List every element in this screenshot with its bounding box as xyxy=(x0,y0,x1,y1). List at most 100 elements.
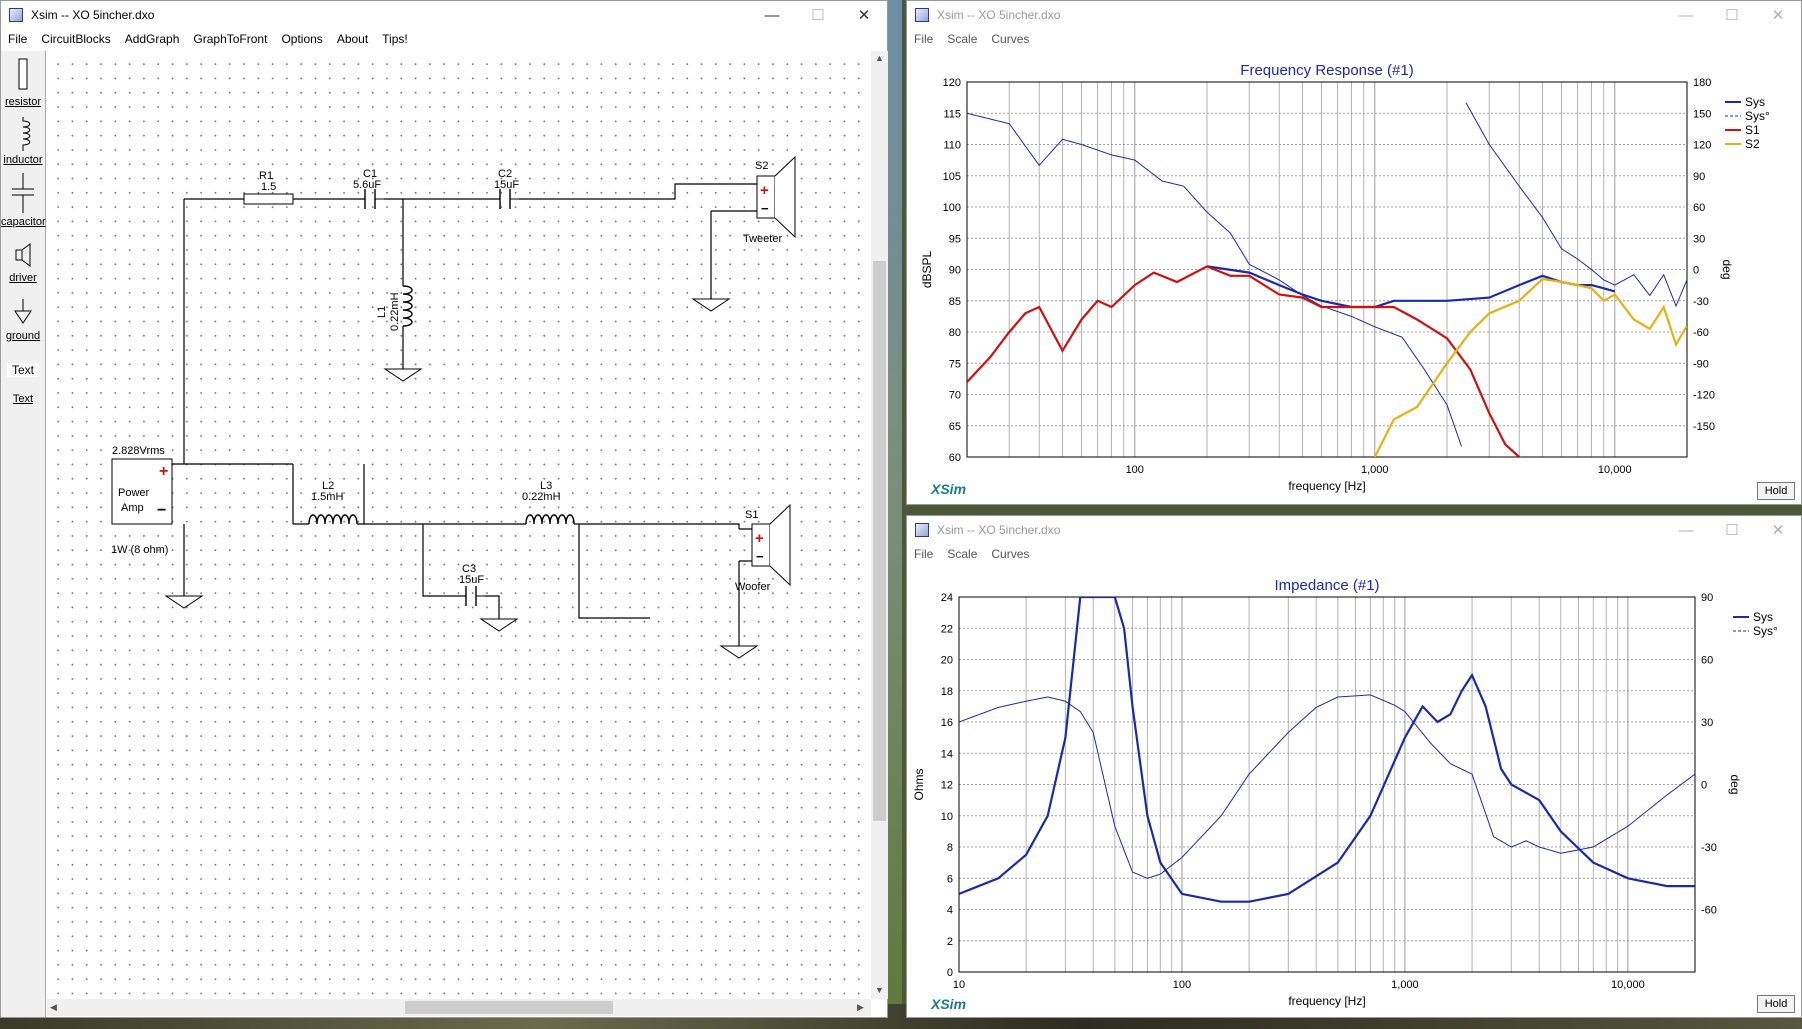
y2-tick-label: 90 xyxy=(1701,592,1713,604)
palette-driver[interactable]: driver xyxy=(1,241,45,284)
palette-inductor[interactable]: inductor xyxy=(1,117,45,166)
scroll-right-arrow[interactable]: ▶ xyxy=(857,1002,864,1013)
hold-button[interactable]: Hold xyxy=(1757,995,1795,1013)
palette-text[interactable]: Text xyxy=(1,363,45,377)
wire-woofer-terms[interactable] xyxy=(739,528,752,562)
c3-capacitor[interactable] xyxy=(465,586,477,606)
c2-capacitor[interactable] xyxy=(499,189,511,209)
palette-capacitor[interactable]: capacitor xyxy=(1,173,46,228)
wire-tweeter-gnd[interactable] xyxy=(710,210,757,299)
menu-file[interactable]: File xyxy=(907,547,940,561)
l2-value: 1.5mH xyxy=(311,491,343,503)
menu-scale[interactable]: Scale xyxy=(940,32,984,46)
menu-scale[interactable]: Scale xyxy=(940,547,984,561)
y2-tick-label: 150 xyxy=(1693,108,1711,120)
menu-addgraph[interactable]: AddGraph xyxy=(118,32,187,46)
menu-file[interactable]: File xyxy=(907,32,940,46)
y-tick-label: 20 xyxy=(941,655,953,667)
component-palette: resistor inductor capacitor driver groun… xyxy=(1,51,46,1017)
x-tick-label: 10,000 xyxy=(1611,979,1645,991)
menu-bar: File Scale Curves xyxy=(907,544,1801,564)
close-button[interactable]: ✕ xyxy=(1755,516,1801,544)
title-bar[interactable]: Xsim -- XO 5incher.dxo — ☐ ✕ xyxy=(1,1,887,29)
schematic-canvas[interactable]: + − + − + − R1 1.5 C1 5.6uF C2 15uF L1 0… xyxy=(47,51,871,999)
title-bar[interactable]: Xsim -- XO 5incher.dxo — ☐ ✕ xyxy=(907,516,1801,544)
amp-label-amp: Amp xyxy=(121,502,144,514)
ground-tweeter[interactable] xyxy=(691,298,731,312)
maximize-button[interactable]: ☐ xyxy=(1709,516,1755,544)
frequency-response-chart: 120 115 110 105 100 95 90 85 80 75 70 65 60 180 150 120… xyxy=(920,62,1770,497)
horizontal-scroll-thumb[interactable] xyxy=(405,1001,613,1014)
c1-capacitor[interactable] xyxy=(364,189,376,209)
y-tick-label: 24 xyxy=(941,592,953,604)
menu-curves[interactable]: Curves xyxy=(984,32,1036,46)
wire-c3[interactable] xyxy=(422,524,500,619)
wire-woofer[interactable] xyxy=(172,463,740,646)
menu-curves[interactable]: Curves xyxy=(984,547,1036,561)
maximize-button[interactable]: ☐ xyxy=(795,1,841,29)
y2-tick-label: -150 xyxy=(1693,421,1715,433)
l3-inductor[interactable] xyxy=(525,514,575,525)
ground-l1[interactable] xyxy=(383,368,423,382)
y-tick-label: 65 xyxy=(949,421,961,433)
x-tick-label: 1,000 xyxy=(1391,979,1419,991)
palette-resistor[interactable]: resistor xyxy=(1,57,45,108)
schematic-drawing: + − + − + − R1 1.5 C1 5.6uF C2 15uF L1 0… xyxy=(111,155,796,659)
y-tick-label: 4 xyxy=(947,905,953,917)
vertical-scrollbar[interactable]: ▲ ▼ xyxy=(871,51,888,999)
minimize-button[interactable]: — xyxy=(1663,1,1709,29)
s2-name: S2 xyxy=(755,160,768,172)
palette-ground[interactable]: ground xyxy=(1,299,45,342)
y2-axis-label: deg xyxy=(1720,259,1734,279)
palette-text-link-label: Text xyxy=(12,393,34,405)
hold-button[interactable]: Hold xyxy=(1757,482,1795,500)
y-tick-label: 75 xyxy=(949,358,961,370)
y-tick-label: 6 xyxy=(947,873,953,885)
maximize-button[interactable]: ☐ xyxy=(1709,1,1755,29)
menu-graphtofront[interactable]: GraphToFront xyxy=(186,32,274,46)
menu-options[interactable]: Options xyxy=(274,32,329,46)
y2-tick-label: 30 xyxy=(1693,233,1705,245)
y2-tick-label: 0 xyxy=(1693,265,1699,277)
amp-voltage: 2.828Vrms xyxy=(112,445,165,457)
menu-file[interactable]: File xyxy=(1,32,34,46)
y2-tick-label: 90 xyxy=(1693,171,1705,183)
ground-amp[interactable] xyxy=(164,595,204,609)
close-button[interactable]: ✕ xyxy=(841,1,887,29)
ground-woofer[interactable] xyxy=(719,645,759,659)
minimize-button[interactable]: — xyxy=(749,1,795,29)
l1-inductor[interactable] xyxy=(402,285,413,327)
scroll-down-arrow[interactable]: ▼ xyxy=(875,985,884,995)
svg-text:+: + xyxy=(760,182,769,199)
menu-about[interactable]: About xyxy=(330,32,375,46)
ground-c3[interactable] xyxy=(479,618,519,632)
l3-value: 0.22mH xyxy=(522,491,561,503)
y-tick-label: 8 xyxy=(947,842,953,854)
x-axis-label: frequency [Hz] xyxy=(1288,479,1365,493)
palette-ground-label: ground xyxy=(5,330,41,342)
impedance-graph[interactable]: 24 22 20 18 16 14 12 10 8 6 4 2 0 90 60 30 0 -30 -60 10 100 1… xyxy=(907,566,1801,1017)
capacitor-icon xyxy=(12,173,34,213)
r1-resistor[interactable] xyxy=(243,193,294,205)
y2-tick-label: -60 xyxy=(1693,327,1709,339)
l2-inductor[interactable] xyxy=(308,514,358,525)
y-axis-label: Ohms xyxy=(912,768,926,800)
window-title: Xsim -- XO 5incher.dxo xyxy=(937,8,1061,22)
wire-open-stub[interactable] xyxy=(578,524,650,619)
y-tick-label: 22 xyxy=(941,623,953,635)
horizontal-scrollbar[interactable]: ◀ ▶ xyxy=(47,999,871,1016)
palette-text-link[interactable]: Text xyxy=(1,393,45,405)
vertical-scroll-thumb[interactable] xyxy=(873,261,886,821)
menu-tips[interactable]: Tips! xyxy=(375,32,415,46)
close-button[interactable]: ✕ xyxy=(1755,1,1801,29)
ground-icon xyxy=(14,299,32,324)
frequency-response-graph[interactable]: 120 115 110 105 100 95 90 85 80 75 70 65 60 180 150 120… xyxy=(907,51,1801,504)
amp-minus-sign: − xyxy=(157,502,166,519)
scroll-up-arrow[interactable]: ▲ xyxy=(875,53,884,63)
title-bar[interactable]: Xsim -- XO 5incher.dxo — ☐ ✕ xyxy=(907,1,1801,29)
menu-circuitblocks[interactable]: CircuitBlocks xyxy=(34,32,117,46)
scroll-left-arrow[interactable]: ◀ xyxy=(50,1002,57,1013)
menu-bar: File CircuitBlocks AddGraph GraphToFront… xyxy=(1,29,887,49)
minimize-button[interactable]: — xyxy=(1663,516,1709,544)
y-tick-label: 14 xyxy=(941,748,953,760)
